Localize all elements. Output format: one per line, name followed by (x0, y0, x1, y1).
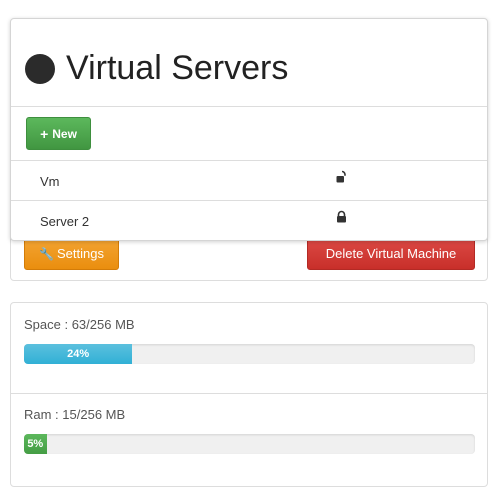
new-server-button[interactable]: + New (26, 117, 91, 150)
plus-icon: + (40, 125, 49, 142)
space-progress-bar: 24% (24, 344, 133, 364)
settings-button[interactable]: 🔧 Settings (24, 237, 119, 270)
resources-panel: Space : 63/256 MB 24% Ram : 15/256 MB 5% (10, 302, 488, 487)
ram-progress: 5% (24, 434, 475, 454)
ram-progress-label: 5% (27, 438, 44, 450)
server-list-item[interactable]: Server 2 (11, 201, 487, 241)
new-server-button-label: New (52, 126, 77, 141)
page-title: Virtual Servers (66, 49, 289, 87)
unlocked-lock-icon[interactable] (336, 170, 348, 184)
delete-vm-button[interactable]: Delete Virtual Machine (307, 237, 475, 270)
status-dot-icon (25, 54, 55, 84)
space-section: Space : 63/256 MB 24% (11, 303, 487, 394)
server-name: Vm (40, 174, 60, 189)
ram-label: Ram : 15/256 MB (24, 407, 126, 422)
settings-button-label: Settings (56, 246, 104, 261)
servers-toolbar: + New (11, 107, 487, 161)
ram-section: Ram : 15/256 MB 5% (11, 394, 487, 486)
server-name: Server 2 (40, 214, 90, 229)
delete-vm-button-label: Delete Virtual Machine (325, 246, 457, 261)
locked-lock-icon[interactable] (336, 210, 348, 224)
page: 🔧 Settings Delete Virtual Machine Virtua… (0, 0, 500, 500)
space-label: Space : 63/256 MB (24, 317, 135, 332)
virtual-servers-dropdown: Virtual Servers + New Vm Server 2 (10, 18, 488, 241)
ram-progress-bar: 5% (24, 434, 47, 454)
space-progress-label: 24% (67, 348, 90, 360)
space-progress: 24% (24, 344, 475, 364)
server-list-item[interactable]: Vm (11, 161, 487, 201)
virtual-servers-header: Virtual Servers (11, 19, 487, 107)
wrench-icon: 🔧 (39, 246, 54, 261)
